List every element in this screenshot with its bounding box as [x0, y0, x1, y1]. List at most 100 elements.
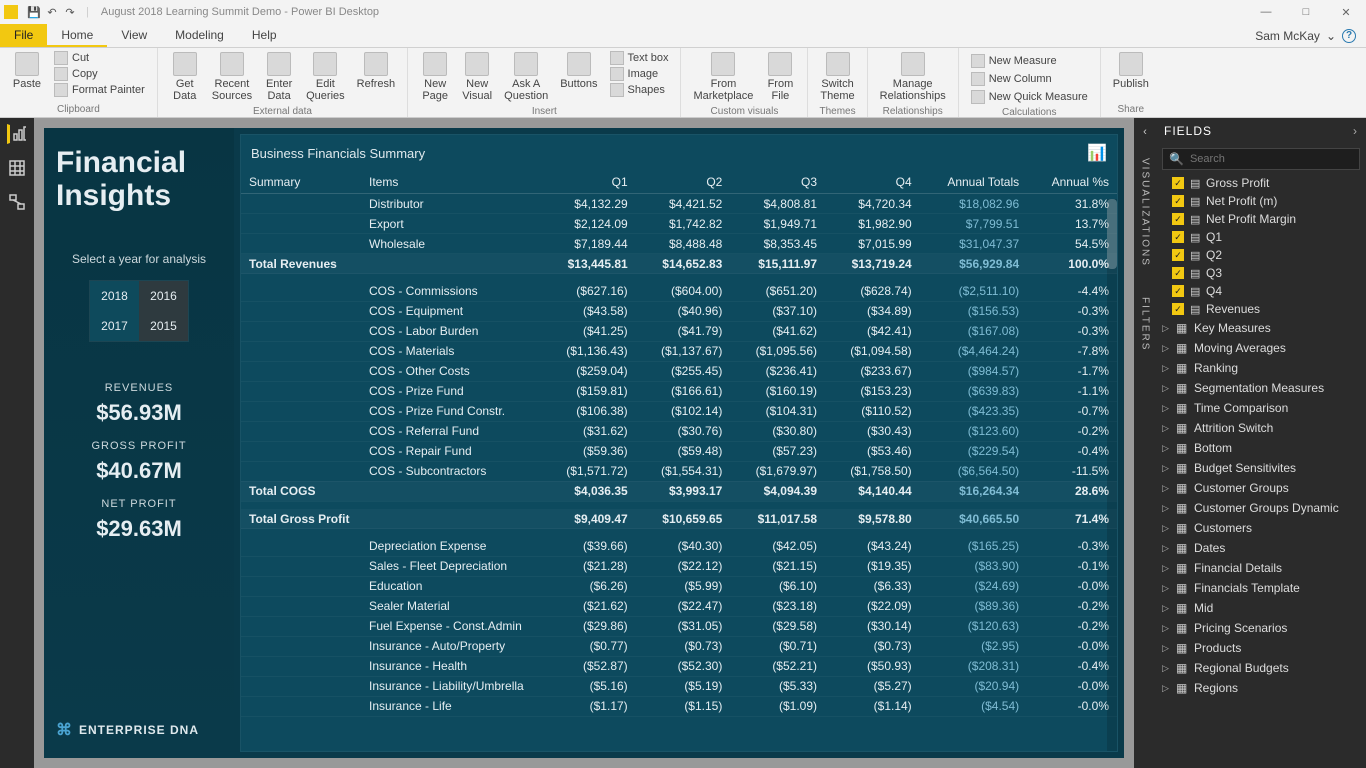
- chevron-left-icon[interactable]: ‹: [1143, 126, 1147, 138]
- from-marketplace-button[interactable]: From Marketplace: [687, 50, 759, 104]
- table-row[interactable]: COS - Referral Fund($31.62)($30.76)($30.…: [241, 421, 1117, 441]
- table-row[interactable]: Fuel Expense - Const.Admin($29.86)($31.0…: [241, 616, 1117, 636]
- new-column-button[interactable]: New Column: [969, 71, 1090, 87]
- year-option[interactable]: 2015: [139, 311, 188, 341]
- table-item[interactable]: ▷▦Customer Groups Dynamic: [1156, 498, 1366, 518]
- table-item[interactable]: ▷▦Customer Groups: [1156, 478, 1366, 498]
- model-view-icon[interactable]: [7, 192, 27, 212]
- table-item[interactable]: ▷▦Bottom: [1156, 438, 1366, 458]
- publish-button[interactable]: Publish: [1107, 50, 1155, 92]
- save-icon[interactable]: 💾: [26, 4, 42, 20]
- field-item[interactable]: ✓▤Q1: [1156, 228, 1366, 246]
- table-row[interactable]: COS - Prize Fund Constr.($106.38)($102.1…: [241, 401, 1117, 421]
- refresh-button[interactable]: Refresh: [351, 50, 402, 92]
- undo-icon[interactable]: ↶: [44, 4, 60, 20]
- table-item[interactable]: ▷▦Financials Template: [1156, 578, 1366, 598]
- search-input[interactable]: [1190, 153, 1353, 165]
- shapes-button[interactable]: Shapes: [608, 82, 671, 98]
- table-row[interactable]: Depreciation Expense($39.66)($40.30)($42…: [241, 537, 1117, 557]
- table-item[interactable]: ▷▦Financial Details: [1156, 558, 1366, 578]
- fields-list[interactable]: ✓▤Gross Profit✓▤Net Profit (m)✓▤Net Prof…: [1156, 174, 1366, 768]
- textbox-button[interactable]: Text box: [608, 50, 671, 66]
- tab-modeling[interactable]: Modeling: [161, 24, 238, 47]
- expand-icon[interactable]: ▷: [1162, 343, 1172, 354]
- table-row[interactable]: Export$2,124.09$1,742.82$1,949.71$1,982.…: [241, 214, 1117, 234]
- table-row[interactable]: Insurance - Auto/Property($0.77)($0.73)(…: [241, 636, 1117, 656]
- expand-icon[interactable]: ▷: [1162, 543, 1172, 554]
- matrix-visual[interactable]: Business Financials Summary 📊 SummaryIte…: [240, 134, 1118, 752]
- column-header[interactable]: Items: [361, 171, 541, 194]
- help-icon[interactable]: ?: [1342, 29, 1356, 43]
- year-option[interactable]: 2017: [90, 311, 139, 341]
- expand-icon[interactable]: ▷: [1162, 663, 1172, 674]
- scrollbar-thumb[interactable]: [1107, 199, 1117, 269]
- expand-icon[interactable]: ▷: [1162, 403, 1172, 414]
- expand-icon[interactable]: ▷: [1162, 563, 1172, 574]
- manage-relationships-button[interactable]: Manage Relationships: [874, 50, 952, 104]
- field-item[interactable]: ✓▤Net Profit Margin: [1156, 210, 1366, 228]
- image-button[interactable]: Image: [608, 66, 671, 82]
- table-item[interactable]: ▷▦Key Measures: [1156, 318, 1366, 338]
- tab-home[interactable]: Home: [47, 24, 107, 47]
- edit-queries-button[interactable]: Edit Queries: [300, 50, 351, 104]
- column-header[interactable]: Q3: [730, 171, 825, 194]
- column-header[interactable]: Annual Totals: [920, 171, 1027, 194]
- maximize-icon[interactable]: □: [1286, 6, 1326, 19]
- copy-button[interactable]: Copy: [52, 66, 147, 82]
- tab-help[interactable]: Help: [238, 24, 291, 47]
- column-header[interactable]: Q2: [636, 171, 731, 194]
- table-row[interactable]: Insurance - Life($1.17)($1.15)($1.09)($1…: [241, 696, 1117, 716]
- table-item[interactable]: ▷▦Moving Averages: [1156, 338, 1366, 358]
- expand-icon[interactable]: ▷: [1162, 523, 1172, 534]
- expand-icon[interactable]: ▷: [1162, 363, 1172, 374]
- table-row[interactable]: Total COGS$4,036.35$3,993.17$4,094.39$4,…: [241, 481, 1117, 501]
- matrix-body[interactable]: SummaryItemsQ1Q2Q3Q4Annual TotalsAnnual …: [241, 171, 1117, 751]
- expand-icon[interactable]: ▷: [1162, 643, 1172, 654]
- new-quick-measure-button[interactable]: New Quick Measure: [969, 89, 1090, 105]
- table-row[interactable]: [241, 274, 1117, 282]
- recent-sources-button[interactable]: Recent Sources: [206, 50, 258, 104]
- table-row[interactable]: COS - Other Costs($259.04)($255.45)($236…: [241, 361, 1117, 381]
- new-visual-button[interactable]: New Visual: [456, 50, 498, 104]
- year-option[interactable]: 2016: [139, 281, 188, 311]
- table-row[interactable]: COS - Prize Fund($159.81)($166.61)($160.…: [241, 381, 1117, 401]
- table-row[interactable]: Distributor$4,132.29$4,421.52$4,808.81$4…: [241, 194, 1117, 214]
- fields-search[interactable]: 🔍: [1162, 148, 1360, 170]
- enter-data-button[interactable]: Enter Data: [258, 50, 300, 104]
- expand-icon[interactable]: ▷: [1162, 323, 1172, 334]
- checkbox-icon[interactable]: ✓: [1172, 249, 1184, 261]
- expand-icon[interactable]: ▷: [1162, 463, 1172, 474]
- user-area[interactable]: Sam McKay ⌄ ?: [1245, 24, 1366, 47]
- buttons-button[interactable]: Buttons: [554, 50, 603, 92]
- checkbox-icon[interactable]: ✓: [1172, 267, 1184, 279]
- table-item[interactable]: ▷▦Customers: [1156, 518, 1366, 538]
- expand-icon[interactable]: ▷: [1162, 623, 1172, 634]
- format-painter-button[interactable]: Format Painter: [52, 82, 147, 98]
- table-row[interactable]: COS - Commissions($627.16)($604.00)($651…: [241, 282, 1117, 302]
- visualizations-pane-collapsed[interactable]: ‹ VISUALIZATIONS FILTERS: [1134, 118, 1156, 768]
- table-item[interactable]: ▷▦Pricing Scenarios: [1156, 618, 1366, 638]
- table-row[interactable]: COS - Repair Fund($59.36)($59.48)($57.23…: [241, 441, 1117, 461]
- checkbox-icon[interactable]: ✓: [1172, 285, 1184, 297]
- field-item[interactable]: ✓▤Q2: [1156, 246, 1366, 264]
- column-header[interactable]: Q1: [541, 171, 636, 194]
- table-item[interactable]: ▷▦Regions: [1156, 678, 1366, 698]
- table-row[interactable]: COS - Labor Burden($41.25)($41.79)($41.6…: [241, 321, 1117, 341]
- table-item[interactable]: ▷▦Segmentation Measures: [1156, 378, 1366, 398]
- table-row[interactable]: Sealer Material($21.62)($22.47)($23.18)(…: [241, 596, 1117, 616]
- year-slicer[interactable]: 2018 2016 2017 2015: [89, 280, 189, 342]
- report-canvas[interactable]: ↖ FinancialInsights Select a year for an…: [34, 118, 1134, 768]
- table-item[interactable]: ▷▦Attrition Switch: [1156, 418, 1366, 438]
- table-row[interactable]: Wholesale$7,189.44$8,488.48$8,353.45$7,0…: [241, 234, 1117, 254]
- table-item[interactable]: ▷▦Time Comparison: [1156, 398, 1366, 418]
- checkbox-icon[interactable]: ✓: [1172, 303, 1184, 315]
- expand-icon[interactable]: ▷: [1162, 443, 1172, 454]
- table-item[interactable]: ▷▦Products: [1156, 638, 1366, 658]
- expand-icon[interactable]: ▷: [1162, 423, 1172, 434]
- chart-icon[interactable]: 📊: [1087, 143, 1107, 163]
- ask-question-button[interactable]: Ask A Question: [498, 50, 554, 104]
- table-item[interactable]: ▷▦Mid: [1156, 598, 1366, 618]
- table-row[interactable]: COS - Equipment($43.58)($40.96)($37.10)(…: [241, 301, 1117, 321]
- table-row[interactable]: Insurance - Liability/Umbrella($5.16)($5…: [241, 676, 1117, 696]
- table-row[interactable]: COS - Subcontractors($1,571.72)($1,554.3…: [241, 461, 1117, 481]
